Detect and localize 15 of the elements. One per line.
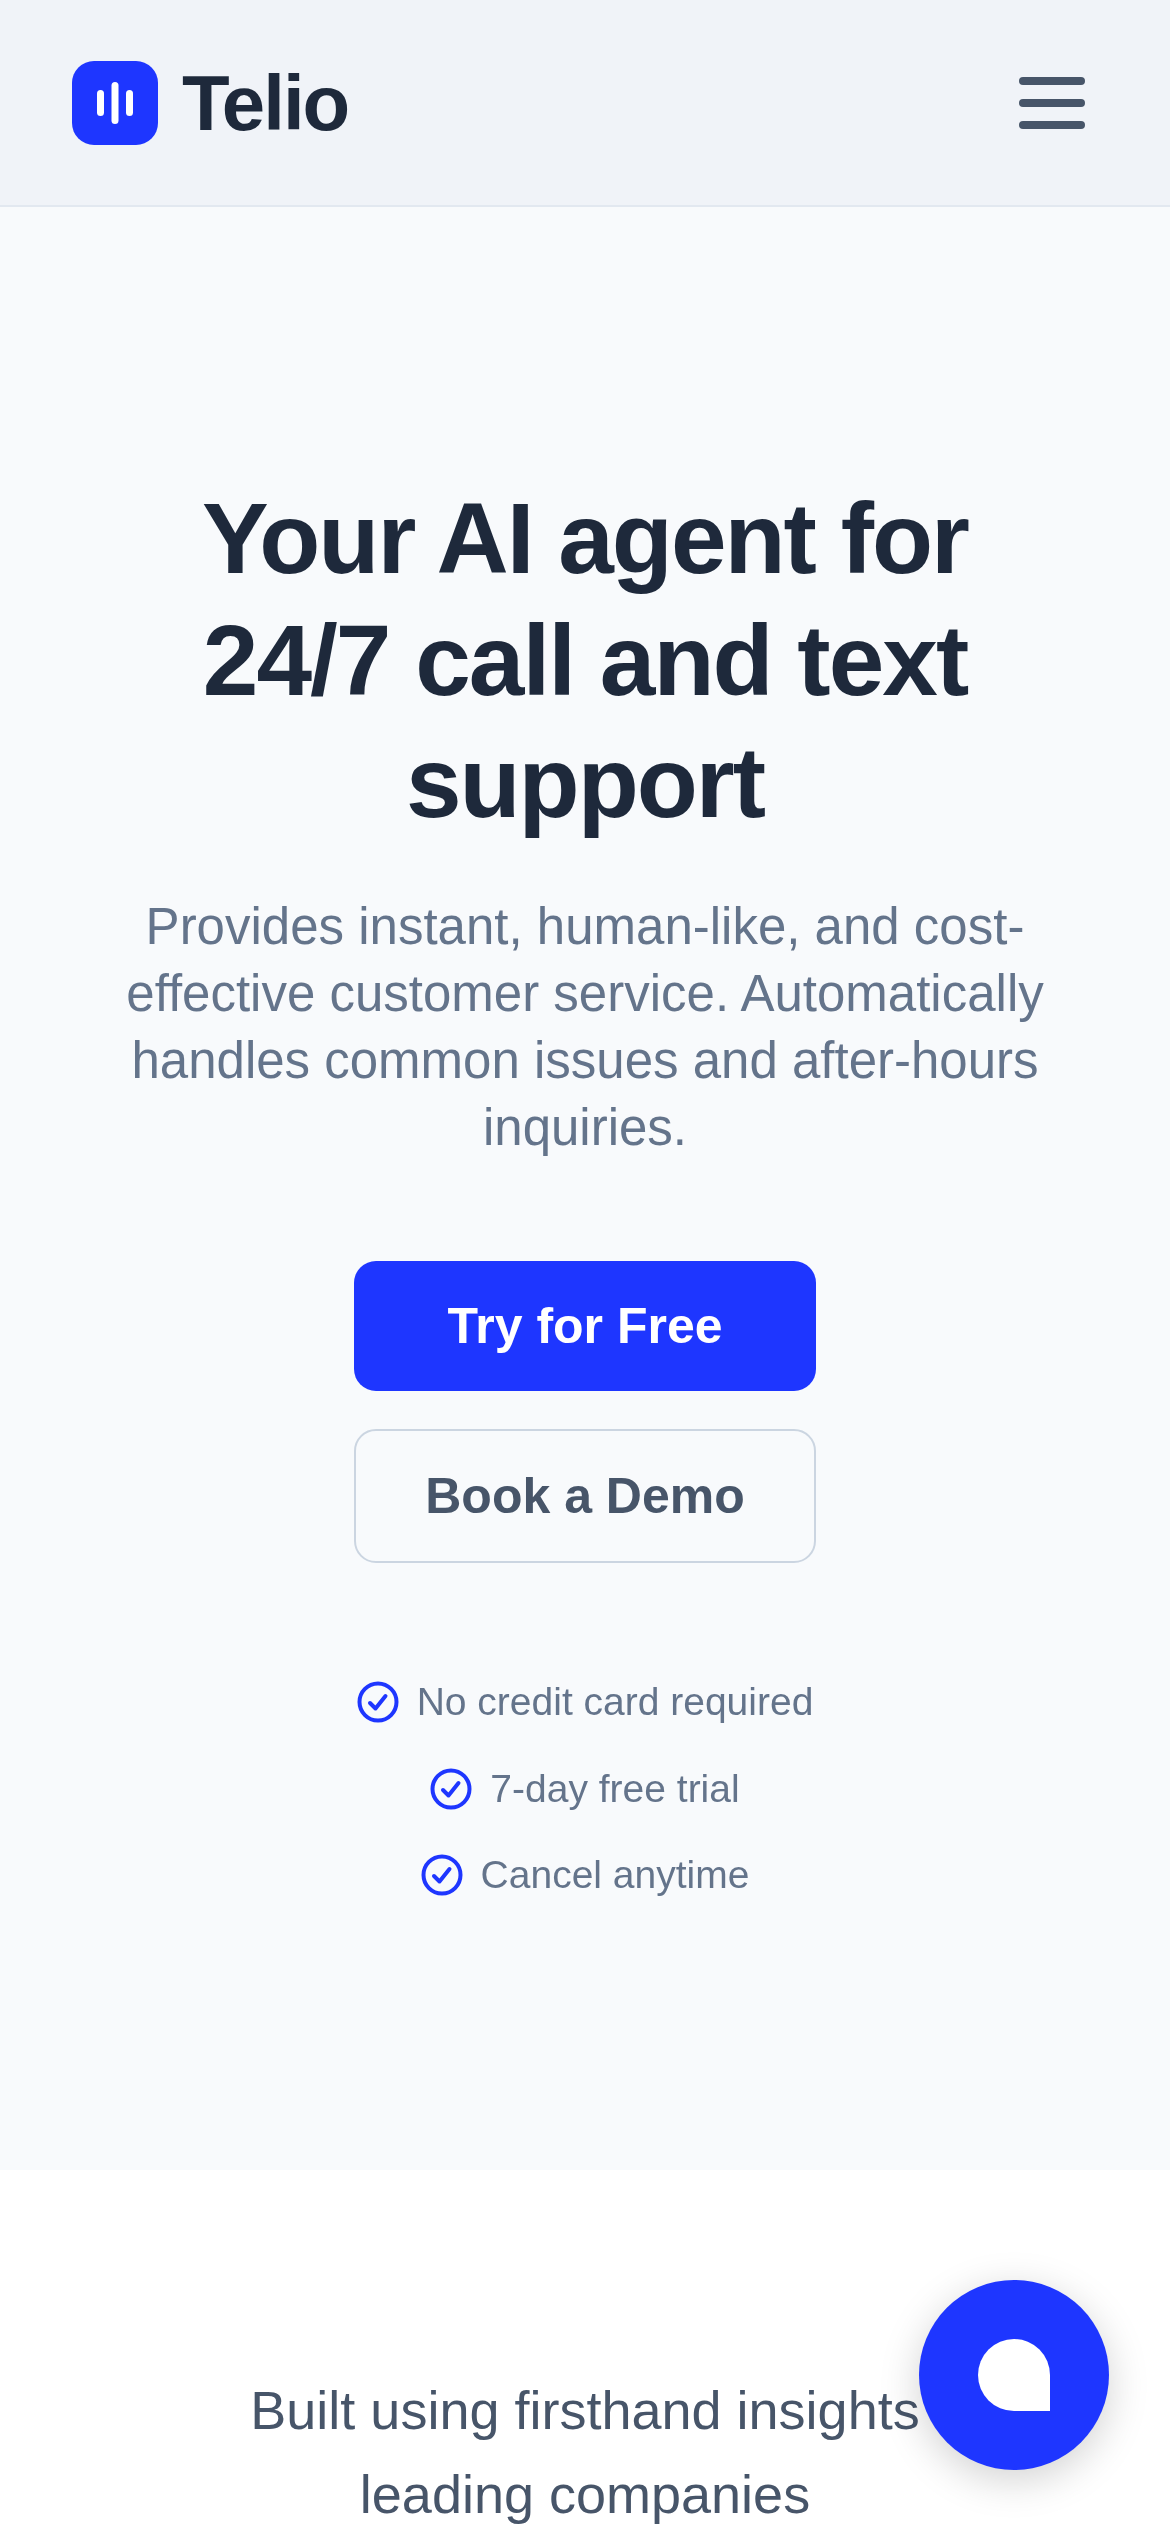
chat-bubble-icon bbox=[978, 2339, 1050, 2411]
logo-icon bbox=[72, 60, 158, 145]
check-circle-icon bbox=[420, 1854, 463, 1897]
feature-text: No credit card required bbox=[416, 1679, 814, 1725]
menu-icon[interactable] bbox=[1019, 74, 1085, 131]
feature-text: 7-day free trial bbox=[490, 1765, 740, 1812]
hero-subtitle: Provides instant, human-like, and cost-effective customer service. Automatically handles common issues and after-hours inquiries. bbox=[125, 897, 1045, 1158]
check-circle-icon bbox=[356, 1681, 399, 1724]
book-demo-button[interactable]: Book a Demo bbox=[354, 1429, 816, 1563]
check-circle-icon bbox=[430, 1767, 473, 1810]
feature-text: Cancel anytime bbox=[480, 1852, 750, 1898]
brand-name[interactable]: Telio bbox=[182, 63, 349, 142]
section-heading: Built using firsthand insights leading companies bbox=[249, 2379, 921, 2526]
hero-title: Your AI agent for 24/7 call and text support bbox=[201, 481, 970, 840]
try-free-button[interactable]: Try for Free bbox=[354, 1261, 816, 1391]
